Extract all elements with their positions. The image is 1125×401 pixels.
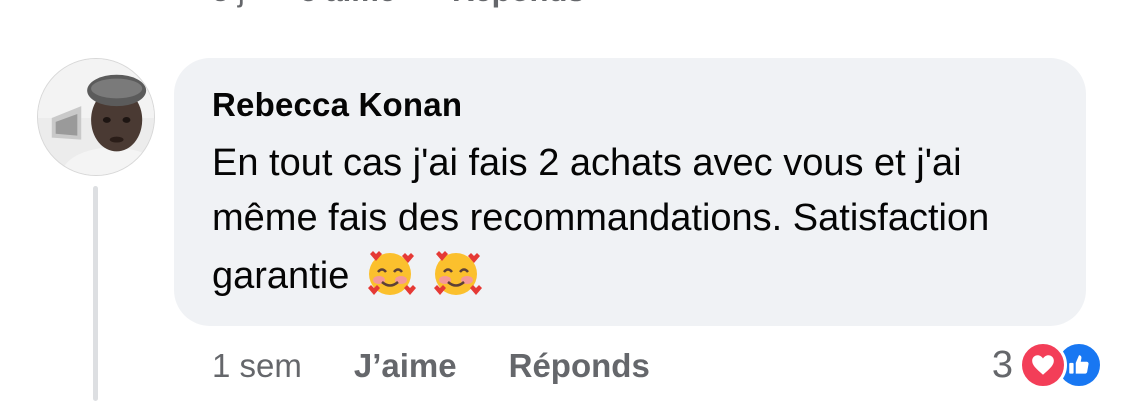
smiling-face-with-hearts-icon bbox=[430, 246, 483, 298]
comment-text: En tout cas j'ai fais 2 achats avec vous… bbox=[212, 142, 990, 297]
reply-button[interactable]: Réponds bbox=[509, 347, 650, 385]
previous-like-button[interactable]: J'aime bbox=[301, 0, 396, 9]
previous-reply-button[interactable]: Réponds bbox=[452, 0, 585, 9]
thread-line bbox=[93, 186, 98, 401]
avatar[interactable] bbox=[37, 58, 155, 176]
comment-body: En tout cas j'ai fais 2 achats avec vous… bbox=[212, 136, 1062, 304]
comment-footer: 1 sem J’aime Réponds bbox=[212, 343, 650, 389]
reaction-summary[interactable]: 3 bbox=[992, 340, 1103, 390]
avatar-photo bbox=[38, 59, 154, 175]
smiling-face-with-hearts-icon bbox=[364, 246, 416, 298]
previous-comment-footer: 5 j J'aime Réponds bbox=[212, 0, 585, 8]
reaction-count: 3 bbox=[991, 343, 1013, 386]
like-button[interactable]: J’aime bbox=[354, 347, 457, 385]
comment-bubble: Rebecca Konan En tout cas j'ai fais 2 ac… bbox=[174, 58, 1086, 326]
previous-comment-time[interactable]: 5 j bbox=[212, 0, 245, 9]
comment-author[interactable]: Rebecca Konan bbox=[212, 84, 1050, 126]
comment-thread: 5 j J'aime Réponds Rebecca Konan En tout… bbox=[0, 0, 1125, 401]
love-reaction-icon bbox=[1019, 341, 1067, 389]
comment-time[interactable]: 1 sem bbox=[212, 347, 302, 385]
